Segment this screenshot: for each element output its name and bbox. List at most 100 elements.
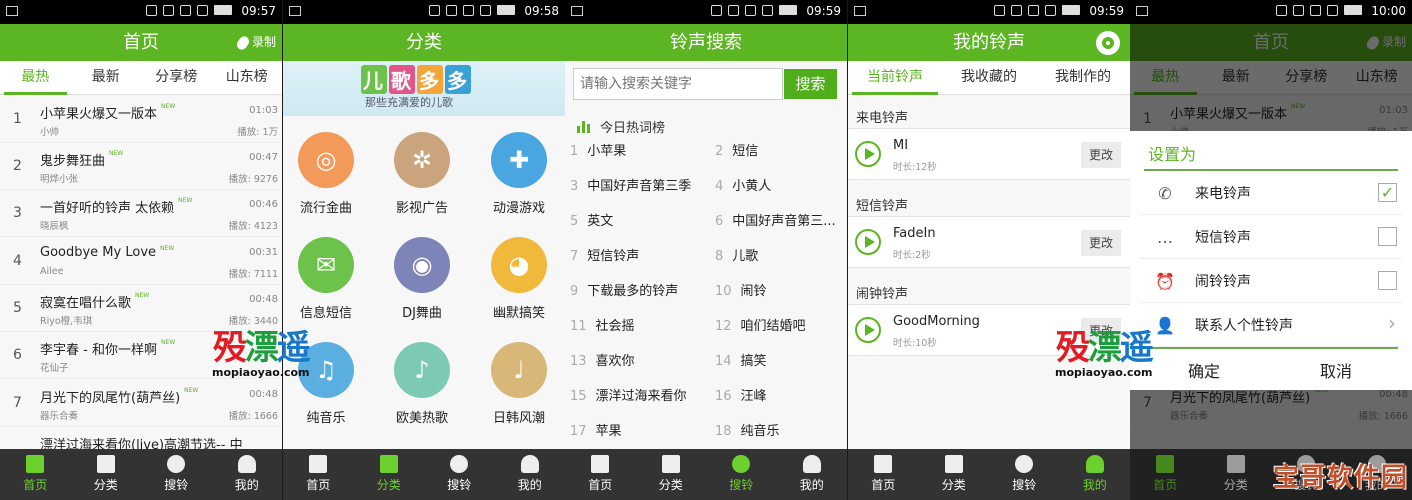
song-row[interactable]: 7 月光下的凤尾竹(葫芦丝)NEW 器乐合奏 00:48 播放: 1666 bbox=[0, 380, 282, 427]
song-row[interactable]: 5 寂寞在唱什么歌NEW Riyo橙,韦琪 00:48 播放: 3440 bbox=[0, 285, 282, 332]
app-header: 分类 bbox=[283, 24, 565, 61]
nav-search[interactable]: 搜铃 bbox=[706, 449, 777, 500]
nav-grid[interactable]: 分类 bbox=[354, 449, 425, 500]
nav-user[interactable]: 我的 bbox=[777, 449, 848, 500]
search-button[interactable]: 搜索 bbox=[784, 69, 837, 99]
category-5[interactable]: ◉ DJ舞曲 bbox=[374, 237, 470, 321]
hot-word-rank: 3 bbox=[570, 179, 579, 194]
option-row[interactable]: 👤 联系人个性铃声 › bbox=[1140, 303, 1402, 347]
user-icon bbox=[1085, 455, 1104, 473]
ringtone-length: 时长:2秒 bbox=[893, 250, 931, 261]
option-checkbox[interactable] bbox=[1378, 271, 1397, 290]
category-3[interactable]: ✚ 动漫游戏 bbox=[471, 132, 565, 216]
nav-home[interactable]: 首页 bbox=[283, 449, 354, 500]
bar bbox=[577, 125, 580, 133]
play-icon[interactable] bbox=[855, 317, 881, 343]
song-row[interactable]: 3 一首好听的铃声 太依赖NEW 晓辰枫 00:46 播放: 4123 bbox=[0, 190, 282, 237]
nav-grid[interactable]: 分类 bbox=[919, 449, 990, 500]
tab-2[interactable]: 我收藏的 bbox=[942, 61, 1036, 94]
category-4[interactable]: ✉ 信息短信 bbox=[283, 237, 374, 321]
hot-word[interactable]: 4 小黄人 bbox=[715, 175, 771, 194]
cancel-button[interactable]: 取消 bbox=[1320, 358, 1352, 382]
nav-search[interactable]: 搜铃 bbox=[141, 449, 212, 500]
song-row[interactable]: 1 小苹果火爆又一版本NEW 小帅 01:03 播放: 1万 bbox=[0, 96, 282, 143]
tab-3[interactable]: 我制作的 bbox=[1036, 61, 1130, 94]
option-checkbox[interactable]: ✓ bbox=[1378, 183, 1397, 202]
song-rank: 4 bbox=[13, 253, 22, 269]
hot-word[interactable]: 7 短信铃声 bbox=[570, 245, 639, 264]
nav-grid[interactable]: 分类 bbox=[636, 449, 707, 500]
hot-word[interactable]: 2 短信 bbox=[715, 140, 758, 159]
nav-user[interactable]: 我的 bbox=[212, 449, 283, 500]
status-bar: 10:00 bbox=[1130, 0, 1412, 24]
song-row[interactable]: 2 鬼步舞狂曲NEW 明烨小张 00:47 播放: 9276 bbox=[0, 143, 282, 190]
song-title-text: 鬼步舞狂曲 bbox=[40, 154, 106, 169]
option-row[interactable]: ✆ 来电铃声 ✓ bbox=[1140, 171, 1402, 215]
hot-word[interactable]: 1 小苹果 bbox=[570, 140, 626, 159]
nav-label: 我的 bbox=[517, 478, 542, 492]
tab-1[interactable]: 最热 bbox=[0, 61, 71, 95]
hot-word[interactable]: 17 苹果 bbox=[570, 420, 622, 439]
status-time: 09:58 bbox=[524, 4, 559, 18]
section-heading: 短信铃声 bbox=[856, 199, 909, 214]
watermark-char: 殁 bbox=[1055, 328, 1090, 368]
nav-label: 搜铃 bbox=[1012, 478, 1037, 492]
hot-word-text: 漂洋过海来看你 bbox=[595, 389, 687, 404]
change-button[interactable]: 更改 bbox=[1081, 230, 1121, 256]
hot-word[interactable]: 15 漂洋过海来看你 bbox=[570, 385, 687, 404]
nav-grid[interactable]: 分类 bbox=[71, 449, 142, 500]
tab-3[interactable]: 分享榜 bbox=[141, 61, 212, 94]
category-label: 纯音乐 bbox=[306, 411, 346, 426]
option-checkbox[interactable] bbox=[1378, 227, 1397, 246]
wifi-icon bbox=[446, 5, 457, 16]
hot-word[interactable]: 3 中国好声音第三季 bbox=[570, 175, 691, 194]
mute-icon bbox=[711, 5, 722, 16]
hot-word[interactable]: 9 下载最多的铃声 bbox=[570, 280, 678, 299]
option-row[interactable]: ⏰ 闹铃铃声 bbox=[1140, 259, 1402, 303]
hot-word[interactable]: 13 喜欢你 bbox=[570, 350, 635, 369]
nav-search[interactable]: 搜铃 bbox=[424, 449, 495, 500]
hot-word[interactable]: 6 中国好声音第三... bbox=[715, 210, 836, 229]
category-8[interactable]: ♪ 欧美热歌 bbox=[374, 342, 470, 426]
category-1[interactable]: ◎ 流行金曲 bbox=[283, 132, 374, 216]
hot-word[interactable]: 8 儿歌 bbox=[715, 245, 758, 264]
record-button[interactable]: 录制 bbox=[234, 24, 276, 61]
nav-label: 分类 bbox=[93, 478, 118, 492]
hot-word[interactable]: 5 英文 bbox=[570, 210, 613, 229]
song-duration: 00:47 bbox=[249, 152, 278, 163]
song-artist: 明烨小张 bbox=[40, 174, 79, 185]
search-input[interactable] bbox=[573, 68, 783, 100]
confirm-button[interactable]: 确定 bbox=[1188, 358, 1220, 382]
hot-word[interactable]: 18 纯音乐 bbox=[715, 420, 780, 439]
nav-search[interactable]: 搜铃 bbox=[989, 449, 1060, 500]
promo-banner[interactable]: 儿歌多多那些充满爱的儿歌 bbox=[283, 61, 565, 116]
settings-gear-icon[interactable] bbox=[1096, 31, 1120, 55]
nav-user[interactable]: 我的 bbox=[1060, 449, 1131, 500]
tab-4[interactable]: 山东榜 bbox=[212, 61, 283, 94]
change-button[interactable]: 更改 bbox=[1081, 142, 1121, 168]
nav-home[interactable]: 首页 bbox=[0, 449, 71, 500]
category-6[interactable]: ◕ 幽默搞笑 bbox=[471, 237, 565, 321]
hot-word-text: 短信 bbox=[732, 144, 759, 159]
nav-user[interactable]: 我的 bbox=[495, 449, 566, 500]
song-row[interactable]: 4 Goodbye My Love NEW Ailee 00:31 播放: 7111 bbox=[0, 238, 282, 285]
bar bbox=[582, 120, 585, 133]
play-icon[interactable] bbox=[855, 229, 881, 255]
nav-home[interactable]: 首页 bbox=[565, 449, 636, 500]
hot-word[interactable]: 11 社会摇 bbox=[570, 315, 635, 334]
hot-word[interactable]: 10 闹铃 bbox=[715, 280, 767, 299]
hot-word[interactable]: 12 咱们结婚吧 bbox=[715, 315, 806, 334]
option-row[interactable]: … 短信铃声 bbox=[1140, 215, 1402, 259]
category-2[interactable]: ✲ 影视广告 bbox=[374, 132, 470, 216]
new-badge: NEW bbox=[160, 339, 176, 346]
nav-home[interactable]: 首页 bbox=[848, 449, 919, 500]
tab-2[interactable]: 最新 bbox=[71, 61, 142, 94]
tab-1[interactable]: 当前铃声 bbox=[848, 61, 942, 95]
category-9[interactable]: ♩ 日韩风潮 bbox=[471, 342, 565, 426]
hot-word[interactable]: 14 搞笑 bbox=[715, 350, 767, 369]
section-heading: 闹钟铃声 bbox=[856, 287, 909, 302]
hot-word[interactable]: 16 汪峰 bbox=[715, 385, 767, 404]
hot-word-text: 小苹果 bbox=[587, 144, 627, 159]
signal-icon bbox=[1327, 5, 1338, 16]
play-icon[interactable] bbox=[855, 141, 881, 167]
